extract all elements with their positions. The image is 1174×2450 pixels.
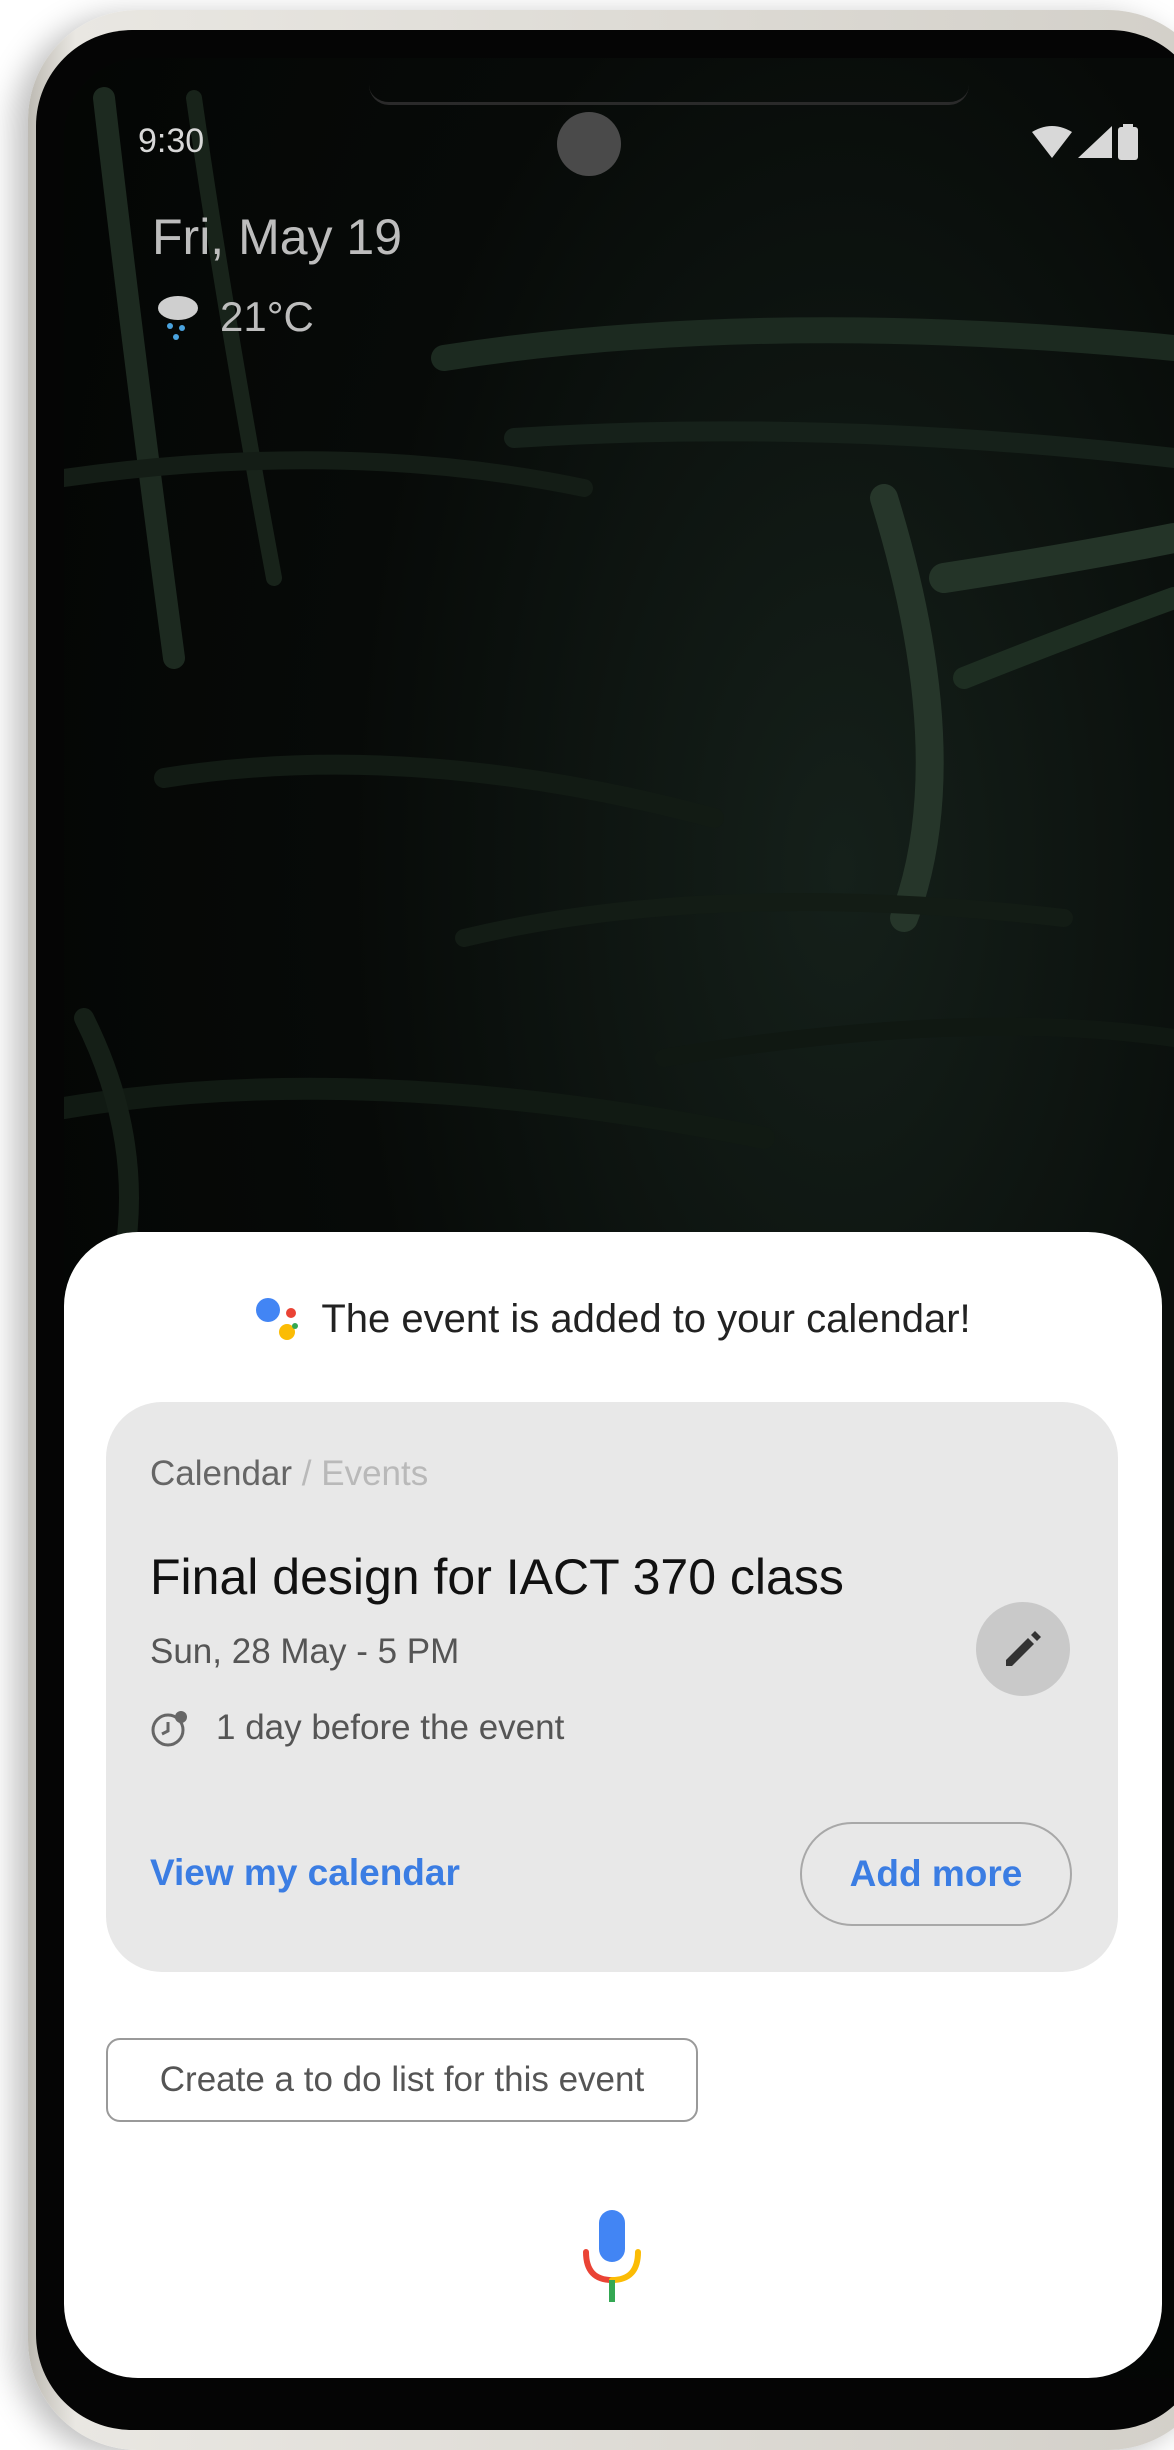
event-title: Final design for IACT 370 class (150, 1549, 844, 1605)
lockscreen-date: Fri, May 19 (152, 209, 403, 265)
cell-signal-icon (1078, 126, 1112, 158)
breadcrumb: Calendar / Events (150, 1454, 428, 1494)
pencil-icon (1006, 1631, 1041, 1666)
breadcrumb-calendar[interactable]: Calendar (150, 1454, 292, 1493)
temperature: 21°C (220, 293, 314, 340)
suggestion-chip[interactable]: Create a to do list for this event (106, 2038, 698, 2122)
assistant-message: The event is added to your calendar! (321, 1296, 971, 1341)
calendar-event-card: Calendar / Events Final design for IACT … (106, 1402, 1118, 1972)
event-datetime: Sun, 28 May - 5 PM (150, 1632, 460, 1671)
edit-event-button[interactable] (976, 1602, 1070, 1696)
top-speaker-slot (369, 72, 969, 105)
rain-cloud-icon (158, 296, 198, 340)
alarm-clock-icon (151, 1711, 187, 1747)
google-assistant-icon (256, 1298, 299, 1340)
wifi-icon (1032, 126, 1072, 158)
breadcrumb-events: / Events (292, 1454, 429, 1493)
add-more-button[interactable]: Add more (800, 1822, 1072, 1926)
assistant-header: The event is added to your calendar! (64, 1296, 1162, 1342)
microphone-icon[interactable] (582, 2210, 642, 2306)
assistant-sheet: The event is added to your calendar! Cal… (64, 1232, 1162, 2378)
status-icons (1032, 124, 1138, 160)
status-time: 9:30 (138, 122, 205, 160)
battery-icon (1118, 124, 1138, 160)
front-camera (557, 112, 621, 176)
weather-widget: 21°C (156, 292, 314, 342)
view-calendar-link[interactable]: View my calendar (150, 1852, 460, 1894)
reminder-row: 1 day before the event (150, 1708, 564, 1748)
reminder-text: 1 day before the event (216, 1708, 565, 1747)
